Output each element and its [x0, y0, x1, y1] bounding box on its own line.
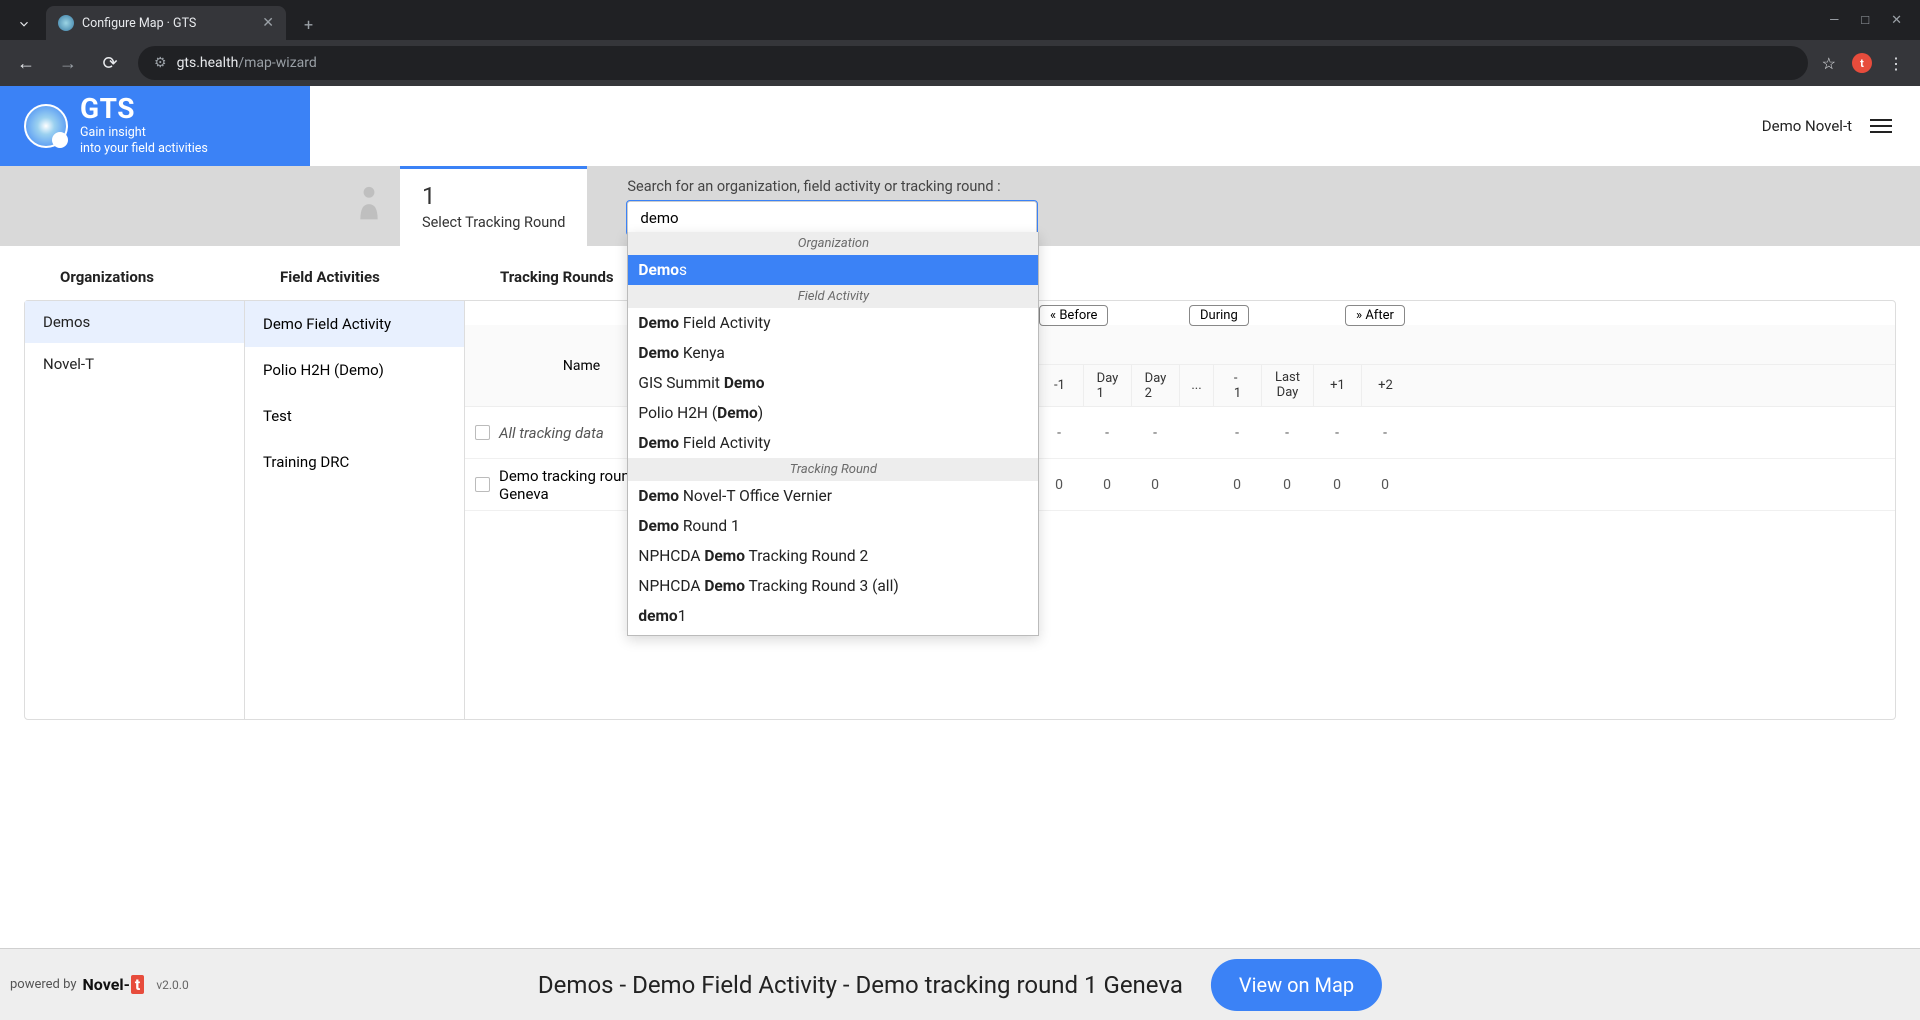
- person-icon: [356, 184, 382, 228]
- day-header: ...: [1179, 365, 1213, 406]
- dropdown-item[interactable]: demo1: [628, 601, 1038, 631]
- version-label: v2.0.0: [156, 978, 188, 992]
- day-header: +1: [1313, 365, 1361, 406]
- field-activity-item[interactable]: Demo Field Activity: [245, 301, 464, 347]
- powered-by-label: powered by: [10, 977, 77, 992]
- wizard-bar: 1 Select Tracking Round Search for an or…: [0, 166, 1920, 246]
- step-number: 1: [422, 184, 565, 208]
- search-area: Search for an organization, field activi…: [587, 166, 1077, 246]
- tracking-cell: -: [1361, 425, 1409, 441]
- dropdown-item[interactable]: NPHCDA Demo Tracking Round 2: [628, 541, 1038, 571]
- close-icon[interactable]: ✕: [262, 15, 274, 31]
- organization-item[interactable]: Novel-T: [25, 343, 244, 385]
- browser-tab[interactable]: Configure Map · GTS ✕: [46, 6, 286, 40]
- checkbox[interactable]: [475, 425, 490, 440]
- tab-title: Configure Map · GTS: [82, 16, 196, 31]
- tracking-cell: 0: [1083, 477, 1131, 493]
- address-bar: ← → ⟳ ⚙ gts.health/map-wizard ☆ t ⋮: [0, 40, 1920, 86]
- tracking-cell: -: [1131, 425, 1179, 441]
- dropdown-item[interactable]: Demo Kenya: [628, 338, 1038, 368]
- tracking-cell: 0: [1313, 477, 1361, 493]
- dropdown-item[interactable]: Demo Novel-T Office Vernier: [628, 481, 1038, 511]
- after-pill[interactable]: » After: [1345, 305, 1405, 326]
- dropdown-section-field-activity: Field Activity: [628, 285, 1038, 308]
- field-activity-item[interactable]: Test: [245, 393, 464, 439]
- tracking-cell: -: [1083, 425, 1131, 441]
- field-activities-list: Demo Field ActivityPolio H2H (Demo)TestT…: [245, 301, 465, 719]
- tab-search-button[interactable]: [8, 8, 40, 40]
- url-domain: gts.health: [177, 55, 239, 71]
- before-pill[interactable]: « Before: [1039, 305, 1108, 326]
- tab-bar: Configure Map · GTS ✕ + — □ ✕: [0, 0, 1920, 40]
- novel-t-logo[interactable]: Novel-t: [83, 975, 145, 994]
- tracking-cell: 0: [1131, 477, 1179, 493]
- tracking-cell: 0: [1213, 477, 1261, 493]
- tracking-cell: -: [1035, 425, 1083, 441]
- url-input[interactable]: ⚙ gts.health/map-wizard: [138, 46, 1808, 80]
- menu-icon[interactable]: [1870, 119, 1892, 133]
- bookmark-icon[interactable]: ☆: [1822, 54, 1836, 73]
- dropdown-item[interactable]: NPHCDA Demo Tracking Round 3 (all): [628, 571, 1038, 601]
- dropdown-item[interactable]: GIS Summit Demo: [628, 368, 1038, 398]
- url-path: /map-wizard: [238, 55, 316, 71]
- view-on-map-button[interactable]: View on Map: [1211, 959, 1382, 1011]
- dropdown-item[interactable]: Demo Round 1: [628, 511, 1038, 541]
- day-header: Day2: [1131, 365, 1179, 406]
- site-settings-icon[interactable]: ⚙: [154, 55, 167, 71]
- browser-chrome: Configure Map · GTS ✕ + — □ ✕ ← → ⟳ ⚙ gt…: [0, 0, 1920, 86]
- tracking-cell: 0: [1261, 477, 1313, 493]
- name-column-header: Name: [563, 358, 600, 374]
- field-activity-item[interactable]: Polio H2H (Demo): [245, 347, 464, 393]
- logo-tagline: Gain insightinto your field activities: [80, 125, 208, 158]
- dropdown-item[interactable]: Polio H2H (Demo): [628, 398, 1038, 428]
- close-window-icon[interactable]: ✕: [1891, 13, 1902, 28]
- tracking-cell: -: [1313, 425, 1361, 441]
- organization-item[interactable]: Demos: [25, 301, 244, 343]
- tracking-cell: 0: [1361, 477, 1409, 493]
- maximize-icon[interactable]: □: [1861, 12, 1869, 28]
- day-header: -1: [1213, 365, 1261, 406]
- search-label: Search for an organization, field activi…: [627, 178, 1037, 195]
- footer: powered by Novel-t v2.0.0 Demos - Demo F…: [0, 948, 1920, 1020]
- new-tab-button[interactable]: +: [294, 9, 323, 40]
- footer-breadcrumb: Demos - Demo Field Activity - Demo track…: [538, 971, 1183, 999]
- dropdown-item[interactable]: Demos: [628, 255, 1038, 285]
- logo-name: GTS: [80, 95, 208, 123]
- forward-button[interactable]: →: [54, 53, 82, 74]
- tracking-cell: 0: [1035, 477, 1083, 493]
- app-header: GTS Gain insightinto your field activiti…: [0, 86, 1920, 166]
- back-button[interactable]: ←: [12, 53, 40, 74]
- user-name[interactable]: Demo Novel-t: [1762, 117, 1852, 135]
- browser-menu-icon[interactable]: ⋮: [1888, 54, 1904, 73]
- logo-block[interactable]: GTS Gain insightinto your field activiti…: [0, 86, 310, 166]
- tracking-cell: -: [1261, 425, 1313, 441]
- during-pill[interactable]: During: [1189, 305, 1249, 326]
- window-controls: — □ ✕: [1811, 0, 1920, 40]
- dropdown-section-organization: Organization: [628, 232, 1038, 255]
- organizations-list: DemosNovel-T: [25, 301, 245, 719]
- day-header: Day1: [1083, 365, 1131, 406]
- day-header: LastDay: [1261, 365, 1313, 406]
- wizard-step-1[interactable]: 1 Select Tracking Round: [400, 166, 587, 246]
- dropdown-section-tracking-round: Tracking Round: [628, 458, 1038, 481]
- checkbox[interactable]: [475, 477, 490, 492]
- autocomplete-dropdown: Organization Demos Field Activity Demo F…: [627, 232, 1039, 636]
- field-activities-header: Field Activities: [280, 268, 500, 286]
- step-label: Select Tracking Round: [422, 214, 565, 231]
- field-activity-item[interactable]: Training DRC: [245, 439, 464, 485]
- minimize-icon[interactable]: —: [1829, 13, 1839, 28]
- tab-favicon: [58, 15, 74, 31]
- organizations-header: Organizations: [60, 268, 280, 286]
- dropdown-item[interactable]: Demo Field Activity: [628, 428, 1038, 458]
- day-header: -1: [1035, 365, 1083, 406]
- dropdown-item[interactable]: Demo Field Activity: [628, 308, 1038, 338]
- search-input[interactable]: [627, 201, 1037, 235]
- logo-icon: [24, 104, 68, 148]
- reload-button[interactable]: ⟳: [96, 53, 124, 74]
- day-header: +2: [1361, 365, 1409, 406]
- tracking-cell: -: [1213, 425, 1261, 441]
- extension-icon[interactable]: t: [1852, 53, 1872, 73]
